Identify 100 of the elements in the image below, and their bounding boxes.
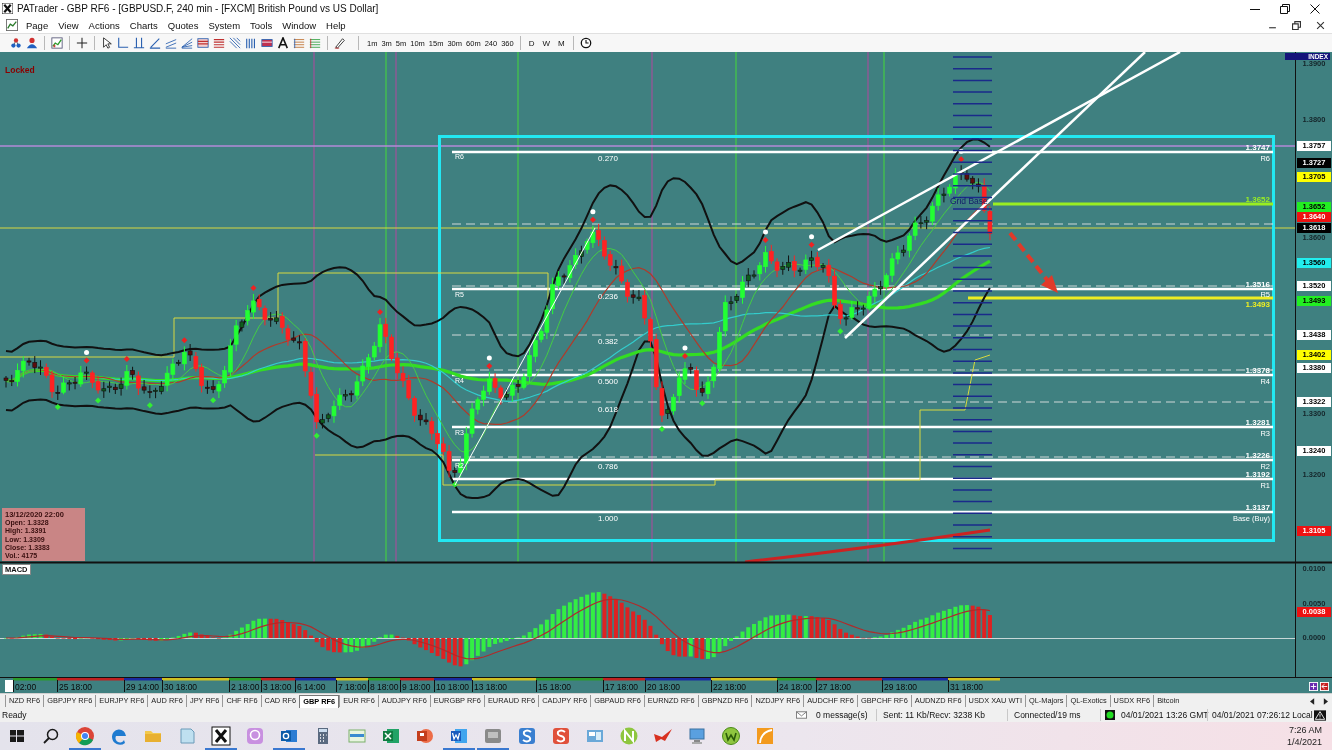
diamond-marker-icon: [210, 397, 217, 404]
status-indicator-icon: [1105, 710, 1115, 720]
fibonacci-label: 0.382: [598, 337, 619, 347]
vertical-lines-icon[interactable]: [133, 37, 145, 49]
level-value: 1.3137: [1245, 502, 1270, 512]
diamond-marker-icon: [699, 400, 706, 407]
diamond-marker-icon: [837, 328, 844, 335]
time-axis-label: 30 18:00: [164, 682, 198, 693]
period-button[interactable]: D: [524, 36, 539, 50]
parallel-lines-icon[interactable]: [165, 37, 177, 49]
menu-item[interactable]: Window: [277, 19, 322, 31]
time-axis-label: 8 18:00: [370, 682, 399, 693]
time-axis-label: 17 18:00: [605, 682, 639, 693]
pen-icon[interactable]: [334, 37, 346, 49]
level-value: 1.3493: [1245, 299, 1270, 309]
menu-item[interactable]: Tools: [245, 19, 278, 31]
close-icon[interactable]: [1316, 20, 1325, 30]
presentation-icon[interactable]: [415, 726, 435, 746]
document-editor-icon[interactable]: [449, 726, 469, 746]
level-value: 1.3747: [1245, 142, 1270, 152]
grid-square-icon[interactable]: [1309, 682, 1318, 691]
diamond-marker-icon: [589, 216, 596, 223]
spreadsheet-icon[interactable]: [381, 726, 401, 746]
dot-marker-icon: [682, 345, 688, 351]
curve-tile-icon[interactable]: [755, 726, 775, 746]
diamond-marker-icon: [181, 337, 188, 344]
window-title: PATrader - GBP RF6 - [GBPUSD.F, 240 min - [FXCM] British Pound vs US Dollar]: [17, 3, 379, 14]
fibonacci-label: 0.500: [598, 377, 619, 387]
users-icon[interactable]: [26, 37, 38, 49]
fan-lines-icon[interactable]: [181, 37, 193, 49]
menu-item[interactable]: Help: [321, 19, 351, 31]
text-tool-icon[interactable]: [277, 37, 289, 49]
period-button[interactable]: M: [554, 36, 569, 50]
cross-logo-icon[interactable]: [211, 726, 231, 746]
warning-icon[interactable]: [1314, 709, 1326, 721]
horizontal-line-icon[interactable]: [117, 37, 129, 49]
chart-icon[interactable]: [6, 19, 18, 31]
chart-icon[interactable]: [51, 37, 63, 49]
time-axis-label: 15 18:00: [538, 682, 572, 693]
cursor-icon[interactable]: [101, 37, 113, 49]
network-icon[interactable]: [10, 37, 22, 49]
dot-marker-icon: [763, 229, 769, 235]
bars-icon[interactable]: [245, 37, 257, 49]
menu-item[interactable]: View: [53, 19, 84, 31]
browser-icon[interactable]: [75, 726, 95, 746]
scroll-left-icon[interactable]: [1310, 697, 1315, 705]
arrow-square-icon[interactable]: [1320, 682, 1329, 691]
restore-icon[interactable]: [1292, 20, 1301, 30]
colored-lines-icon[interactable]: [293, 37, 305, 49]
clock-time[interactable]: 7:26 AM: [1288, 724, 1322, 736]
time-axis-label: 13 18:00: [474, 682, 508, 693]
menu-item[interactable]: Actions: [83, 19, 125, 31]
levels-icon[interactable]: [213, 37, 225, 49]
time-axis-label: 29 18:00: [884, 682, 918, 693]
time-axis-label: 3 18:00: [263, 682, 292, 693]
envelope-icon[interactable]: [796, 711, 807, 719]
time-axis-label: 6 14:00: [297, 682, 326, 693]
diamond-marker-icon: [486, 363, 493, 369]
diamond-marker-icon: [658, 426, 665, 432]
dot-marker-icon: [958, 148, 964, 154]
menu-item[interactable]: Page: [21, 19, 54, 31]
crosshair-icon[interactable]: [76, 37, 88, 49]
app-tile-icon[interactable]: [517, 726, 537, 746]
rectangle-icon[interactable]: [261, 37, 273, 49]
grid-lines-icon[interactable]: [309, 37, 321, 49]
diamond-marker-icon: [681, 353, 688, 360]
local-time: 04/01/2021 07:26:12 Local: [1207, 709, 1311, 721]
period-button[interactable]: W: [538, 36, 554, 50]
clock-icon[interactable]: [579, 37, 592, 49]
circle-app-icon[interactable]: [721, 726, 741, 746]
time-axis-label: 31 18:00: [950, 682, 984, 693]
diamond-marker-icon: [451, 481, 458, 488]
level-value: 1.3281: [1245, 417, 1270, 427]
clock-date[interactable]: 1/4/2021: [1286, 736, 1322, 748]
close-icon[interactable]: [1310, 3, 1320, 14]
trend-line-icon[interactable]: [149, 37, 161, 49]
time-axis-label: 27 18:00: [818, 682, 852, 693]
computer-icon[interactable]: [687, 726, 707, 746]
app-tile-icon[interactable]: [551, 726, 571, 746]
search-icon[interactable]: [41, 726, 61, 746]
menu-item[interactable]: Quotes: [162, 19, 204, 31]
diamond-marker-icon: [958, 156, 965, 163]
menu-item[interactable]: System: [203, 19, 246, 31]
scroll-right-icon[interactable]: [1323, 697, 1328, 705]
scroll-handle[interactable]: [5, 680, 13, 692]
fibonacci-label: 1.000: [598, 514, 619, 524]
menu-item[interactable]: Charts: [124, 19, 163, 31]
time-axis-label: 25 18:00: [59, 682, 93, 693]
diamond-marker-icon: [377, 308, 383, 315]
diamond-marker-icon: [762, 236, 769, 243]
restore-icon[interactable]: [1280, 3, 1290, 14]
gmt-time: 04/01/2021 13:26 GMT: [1120, 709, 1207, 721]
time-axis-label: 20 18:00: [647, 682, 681, 693]
diamond-marker-icon: [146, 402, 153, 409]
window-app-icon[interactable]: [347, 726, 367, 746]
diamond-marker-icon: [313, 432, 320, 439]
lock-status: Locked: [5, 65, 35, 75]
hatch-icon[interactable]: [229, 37, 241, 49]
retracement-icon[interactable]: [197, 37, 209, 49]
dot-marker-icon: [590, 209, 596, 215]
